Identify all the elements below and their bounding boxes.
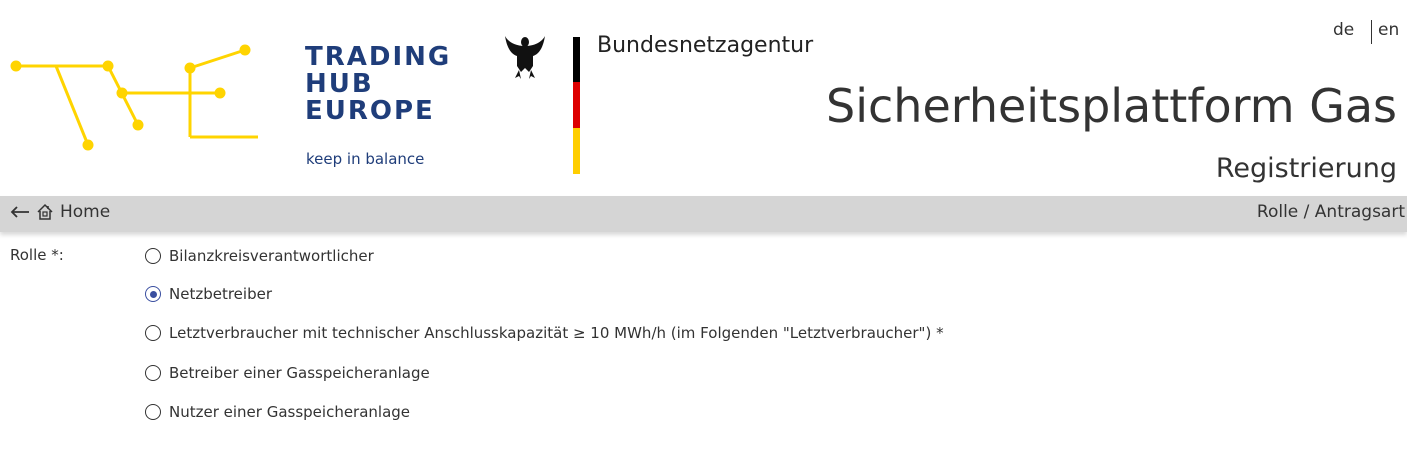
federal-eagle-icon [505, 36, 545, 79]
role-option-label: Betreiber einer Gasspeicheranlage [169, 364, 430, 382]
role-option-bilanzkreisverantwortlicher[interactable]: Bilanzkreisverantwortlicher [145, 247, 374, 265]
radio-button[interactable] [145, 404, 161, 420]
language-en-link[interactable]: en [1378, 20, 1399, 40]
home-link[interactable]: Home [10, 202, 110, 222]
radio-button[interactable] [145, 365, 161, 381]
radio-button-selected[interactable] [145, 286, 161, 302]
role-option-label: Netzbetreiber [169, 285, 272, 303]
language-separator [1371, 20, 1372, 44]
home-icon [37, 203, 53, 220]
bna-logo-text: Bundesnetzagentur [597, 33, 814, 58]
the-logo-line3: EUROPE [305, 96, 435, 126]
role-option-netzbetreiber[interactable]: Netzbetreiber [145, 285, 272, 303]
arrow-left-icon [10, 206, 29, 218]
flag-gold-stripe [573, 128, 580, 174]
role-option-letztverbraucher[interactable]: Letztverbraucher mit technischer Anschlu… [145, 324, 944, 342]
radio-button[interactable] [145, 325, 161, 341]
the-logo-graphic [10, 44, 258, 151]
breadcrumb-step: Rolle / Antragsart [1256, 202, 1405, 222]
navigation-bar: Home Rolle / Antragsart [0, 196, 1407, 232]
role-option-betreiber-gasspeicheranlage[interactable]: Betreiber einer Gasspeicheranlage [145, 364, 430, 382]
radio-button[interactable] [145, 248, 161, 264]
role-field-label: Rolle *: [10, 246, 64, 264]
role-option-label: Letztverbraucher mit technischer Anschlu… [169, 324, 944, 342]
role-option-nutzer-gasspeicheranlage[interactable]: Nutzer einer Gasspeicheranlage [145, 403, 410, 421]
the-logo-line1: TRADING [305, 42, 452, 72]
page-title: Sicherheitsplattform Gas [826, 79, 1397, 133]
page-subtitle: Registrierung [1215, 153, 1397, 184]
home-label: Home [60, 202, 111, 222]
flag-black-stripe [573, 37, 580, 82]
role-option-label: Bilanzkreisverantwortlicher [169, 247, 374, 265]
flag-red-stripe [573, 82, 580, 128]
role-option-label: Nutzer einer Gasspeicheranlage [169, 403, 411, 421]
the-logo-text: TRADING HUB EUROPE [305, 44, 451, 125]
the-logo-line2: HUB [305, 69, 374, 99]
language-de-link[interactable]: de [1333, 20, 1354, 40]
the-logo-tagline: keep in balance [306, 150, 425, 168]
